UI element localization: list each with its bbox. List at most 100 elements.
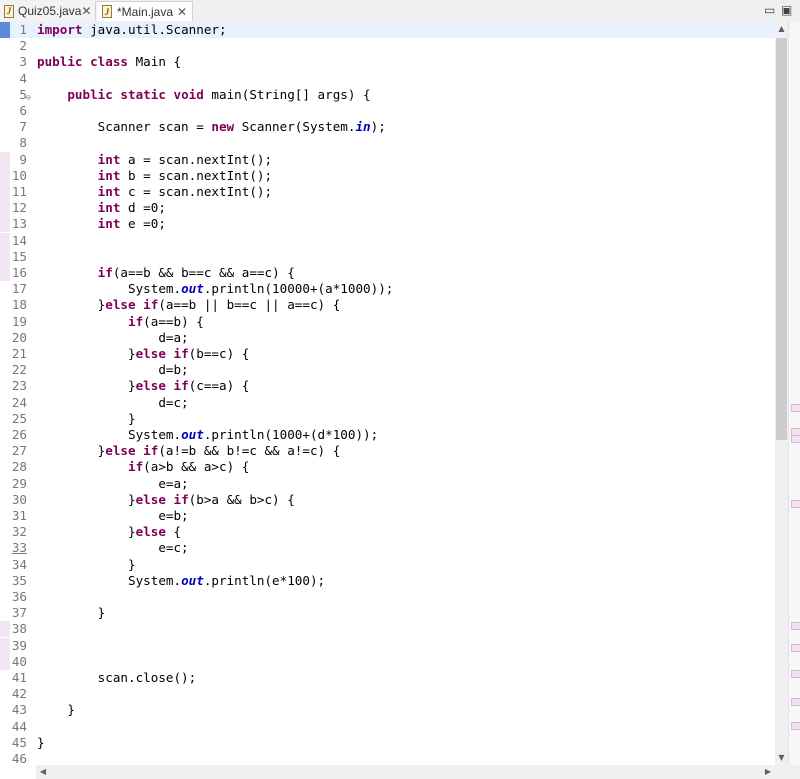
change-marker[interactable]	[791, 500, 800, 508]
code-text[interactable]: }else {	[37, 524, 181, 540]
code-line[interactable]: 45}	[0, 735, 775, 751]
scroll-right-icon[interactable]: ▶	[761, 765, 775, 779]
minimize-icon[interactable]: ▭	[764, 3, 775, 17]
code-line[interactable]: 39	[0, 637, 775, 654]
code-text[interactable]: d=b;	[37, 362, 188, 378]
code-text[interactable]: e=b;	[37, 508, 188, 524]
code-line[interactable]: 32 }else {	[0, 524, 775, 540]
code-text[interactable]: if(a==b && b==c && a==c) {	[37, 265, 295, 281]
code-line[interactable]: 22 d=b;	[0, 362, 775, 378]
code-line[interactable]: 12 int d =0;	[0, 200, 775, 217]
code-text[interactable]: int e =0;	[37, 216, 166, 232]
code-line[interactable]: 24 d=c;	[0, 395, 775, 411]
code-line[interactable]: 35 System.out.println(e*100);	[0, 573, 775, 589]
code-text[interactable]: public static void main(String[] args) {	[37, 87, 370, 103]
code-text[interactable]: }	[37, 557, 136, 573]
code-text[interactable]: }	[37, 605, 106, 621]
code-line[interactable]: 38	[0, 621, 775, 638]
code-text[interactable]: }else if(a==b || b==c || a==c) {	[37, 297, 341, 313]
code-line[interactable]: 9 int a = scan.nextInt();	[0, 151, 775, 168]
code-text[interactable]: }else if(c==a) {	[37, 378, 249, 394]
code-line[interactable]: 4	[0, 71, 775, 87]
code-text[interactable]: int d =0;	[37, 200, 166, 216]
code-line[interactable]: 44	[0, 719, 775, 735]
code-line[interactable]: 6	[0, 103, 775, 119]
code-text[interactable]: }	[37, 735, 45, 751]
code-text[interactable]: int a = scan.nextInt();	[37, 152, 272, 168]
code-text[interactable]: int c = scan.nextInt();	[37, 184, 272, 200]
code-line[interactable]: 34 }	[0, 557, 775, 573]
code-line[interactable]: 43 }	[0, 702, 775, 718]
scroll-down-icon[interactable]: ▼	[775, 751, 788, 765]
code-line[interactable]: 2	[0, 38, 775, 54]
code-line[interactable]: 21 }else if(b==c) {	[0, 346, 775, 362]
code-text[interactable]: Scanner scan = new Scanner(System.in);	[37, 119, 386, 135]
code-line[interactable]: 13 int e =0;	[0, 216, 775, 233]
code-line[interactable]: 5 ⊖ public static void main(String[] args…	[0, 87, 775, 103]
code-line[interactable]: 25 }	[0, 411, 775, 427]
code-text[interactable]: }	[37, 702, 75, 718]
change-marker[interactable]	[791, 670, 800, 678]
vertical-scrollbar[interactable]: ▲ ▼	[775, 22, 788, 765]
code-text[interactable]: System.out.println(e*100);	[37, 573, 325, 589]
code-line[interactable]: 8	[0, 135, 775, 151]
code-text[interactable]: }else if(a!=b && b!=c && a!=c) {	[37, 443, 341, 459]
code-text[interactable]: if(a==b) {	[37, 314, 204, 330]
code-line[interactable]: 36	[0, 589, 775, 605]
change-marker[interactable]	[791, 644, 800, 652]
code-line[interactable]: 11 int c = scan.nextInt();	[0, 184, 775, 200]
code-text[interactable]: public class Main {	[37, 54, 181, 70]
code-line[interactable]: 16 if(a==b && b==c && a==c) {	[0, 265, 775, 281]
scroll-up-icon[interactable]: ▲	[775, 22, 788, 36]
code-text[interactable]: d=a;	[37, 330, 188, 346]
change-marker[interactable]	[791, 722, 800, 730]
code-line[interactable]: 26 System.out.println(1000+(d*100));	[0, 427, 775, 443]
code-editor[interactable]: 1 import java.util.Scanner; 2 3 public class…	[0, 22, 775, 766]
code-text[interactable]: }	[37, 411, 136, 427]
horizontal-scrollbar[interactable]: ◀ ▶	[36, 765, 775, 779]
code-text[interactable]: System.out.println(1000+(d*100));	[37, 427, 378, 443]
code-text[interactable]: import java.util.Scanner;	[37, 22, 227, 38]
code-line[interactable]: 27 }else if(a!=b && b!=c && a!=c) {	[0, 443, 775, 459]
change-marker[interactable]	[791, 404, 800, 412]
code-line[interactable]: 31 e=b;	[0, 508, 775, 524]
code-line[interactable]: 20 d=a;	[0, 330, 775, 346]
code-line[interactable]: 19 if(a==b) {	[0, 314, 775, 330]
code-line[interactable]: 42	[0, 686, 775, 702]
code-line[interactable]: 18 }else if(a==b || b==c || a==c) {	[0, 297, 775, 313]
maximize-icon[interactable]: ▣	[781, 3, 792, 17]
code-line[interactable]: 30 }else if(b>a && b>c) {	[0, 492, 775, 508]
code-text[interactable]: System.out.println(10000+(a*1000));	[37, 281, 393, 297]
scroll-left-icon[interactable]: ◀	[36, 765, 50, 779]
code-line[interactable]: 28 if(a>b && a>c) {	[0, 459, 775, 475]
close-icon[interactable]: ✕	[177, 5, 187, 19]
code-text[interactable]: }else if(b>a && b>c) {	[37, 492, 295, 508]
code-line[interactable]: 1 import java.util.Scanner;	[0, 22, 775, 38]
change-marker[interactable]	[791, 698, 800, 706]
change-marker[interactable]	[791, 622, 800, 630]
code-line[interactable]: 37 }	[0, 605, 775, 621]
code-line[interactable]: 7 Scanner scan = new Scanner(System.in);	[0, 119, 775, 135]
code-text[interactable]: }else if(b==c) {	[37, 346, 249, 362]
code-line[interactable]: 3 public class Main {	[0, 54, 775, 70]
code-line[interactable]: 23 }else if(c==a) {	[0, 378, 775, 394]
code-text[interactable]: d=c;	[37, 395, 188, 411]
code-text[interactable]: scan.close();	[37, 670, 197, 686]
code-line[interactable]: 17 System.out.println(10000+(a*1000));	[0, 281, 775, 297]
code-line[interactable]: 10 int b = scan.nextInt();	[0, 167, 775, 184]
code-line[interactable]: 40	[0, 653, 775, 670]
code-line[interactable]: 29 e=a;	[0, 476, 775, 492]
code-line[interactable]: 41 scan.close();	[0, 670, 775, 686]
code-text[interactable]: int b = scan.nextInt();	[37, 168, 272, 184]
tab-quiz05-java[interactable]: J Quiz05.java ✕	[0, 1, 96, 21]
change-marker[interactable]	[791, 435, 800, 443]
code-line[interactable]: 15	[0, 248, 775, 265]
close-icon[interactable]: ✕	[81, 4, 91, 18]
code-text[interactable]: e=a;	[37, 476, 188, 492]
overview-ruler[interactable]	[788, 22, 800, 765]
code-text[interactable]: if(a>b && a>c) {	[37, 459, 249, 475]
code-line[interactable]: 14	[0, 232, 775, 249]
scrollbar-thumb[interactable]	[776, 38, 787, 440]
code-text[interactable]: e=c;	[37, 540, 188, 556]
code-line[interactable]: 33 e=c;	[0, 540, 775, 556]
